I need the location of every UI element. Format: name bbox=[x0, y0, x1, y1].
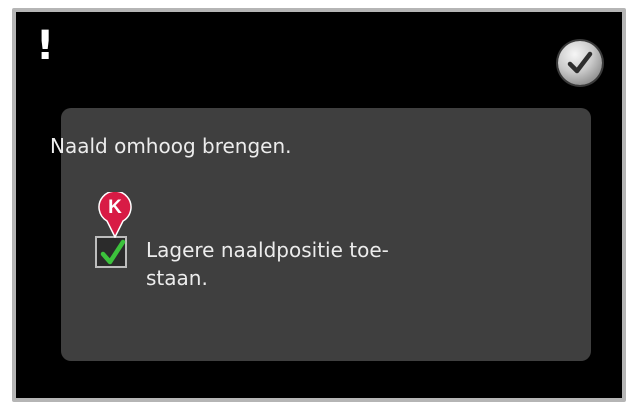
checkmark-icon bbox=[100, 239, 126, 265]
lower-needle-position-checkbox[interactable] bbox=[95, 236, 127, 268]
checkmark-icon bbox=[567, 51, 593, 74]
ok-button[interactable] bbox=[558, 41, 602, 85]
dialog-message: Naald omhoog brengen. bbox=[50, 134, 292, 158]
callout-letter: K bbox=[108, 197, 122, 218]
alert-icon: ! bbox=[36, 23, 55, 69]
checkbox-label[interactable]: Lagere naaldpositie toe- staan. bbox=[146, 236, 446, 292]
callout-marker: K bbox=[98, 190, 132, 239]
